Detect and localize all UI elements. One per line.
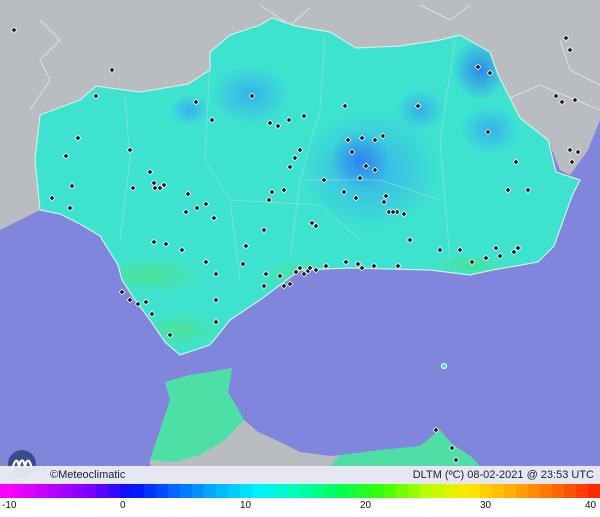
color-scale-cell [216, 484, 229, 498]
tick-label-30: 30 [480, 500, 492, 511]
color-scale-cell [504, 484, 517, 498]
island-marker [441, 363, 447, 369]
color-scale-cell [0, 484, 13, 498]
color-scale-cell [144, 484, 157, 498]
color-scale-cell [408, 484, 421, 498]
color-scale-cell [348, 484, 361, 498]
color-scale-cell [204, 484, 217, 498]
color-scale-cell [12, 484, 25, 498]
color-scale-cell [564, 484, 577, 498]
color-scale-cell [324, 484, 337, 498]
color-scale-cell [540, 484, 553, 498]
color-scale-cell [396, 484, 409, 498]
color-scale-cell [276, 484, 289, 498]
station-marker [118, 288, 126, 296]
tick-label-0: 0 [120, 500, 126, 511]
color-scale-cell [156, 484, 169, 498]
color-scale-cell [300, 484, 313, 498]
color-scale-cell [168, 484, 181, 498]
color-scale-bar [0, 484, 600, 498]
color-scale-cell [468, 484, 481, 498]
color-scale-cell [516, 484, 529, 498]
color-scale-cell [24, 484, 37, 498]
color-scale-cell [372, 484, 385, 498]
color-scale-cell [336, 484, 349, 498]
color-scale-cell [456, 484, 469, 498]
color-scale-ticks: -10 0 10 20 30 40 [0, 498, 600, 517]
map-viewport: ©Meteoclimatic DLTM (ºC) 08-02-2021 @ 23… [0, 0, 600, 517]
color-scale-cell [96, 484, 109, 498]
color-scale-cell [360, 484, 373, 498]
color-scale-cell [252, 484, 265, 498]
temperature-map [0, 0, 600, 466]
color-scale-cell [480, 484, 493, 498]
color-scale-cell [312, 484, 325, 498]
color-scale-cell [552, 484, 565, 498]
color-scale-cell [264, 484, 277, 498]
color-scale-cell [180, 484, 193, 498]
color-scale-cell [48, 484, 61, 498]
color-scale-cell [108, 484, 121, 498]
color-scale-cell [72, 484, 85, 498]
station-marker [126, 296, 134, 304]
map-title: DLTM (ºC) 08-02-2021 @ 23:53 UTC [412, 469, 594, 481]
color-scale-cell [60, 484, 73, 498]
color-scale-cell [84, 484, 97, 498]
color-scale-cell [432, 484, 445, 498]
color-scale-cell [228, 484, 241, 498]
source-credit: ©Meteoclimatic [50, 469, 126, 481]
color-scale-cell [576, 484, 589, 498]
color-scale-cell [528, 484, 541, 498]
tick-label-10: 10 [240, 500, 252, 511]
station-marker [286, 280, 294, 288]
color-scale-cell [288, 484, 301, 498]
color-scale-cell [444, 484, 457, 498]
color-scale-cell [492, 484, 505, 498]
tick-label-20: 20 [360, 500, 372, 511]
color-scale-cell [384, 484, 397, 498]
tick-label-min: -10 [2, 500, 17, 511]
color-scale-cell [588, 484, 600, 498]
color-scale-cell [36, 484, 49, 498]
tick-label-max: 40 [585, 500, 597, 511]
color-scale-cell [420, 484, 433, 498]
color-scale-cell [240, 484, 253, 498]
color-scale-cell [192, 484, 205, 498]
color-scale-cell [120, 484, 133, 498]
color-scale-cell [132, 484, 145, 498]
